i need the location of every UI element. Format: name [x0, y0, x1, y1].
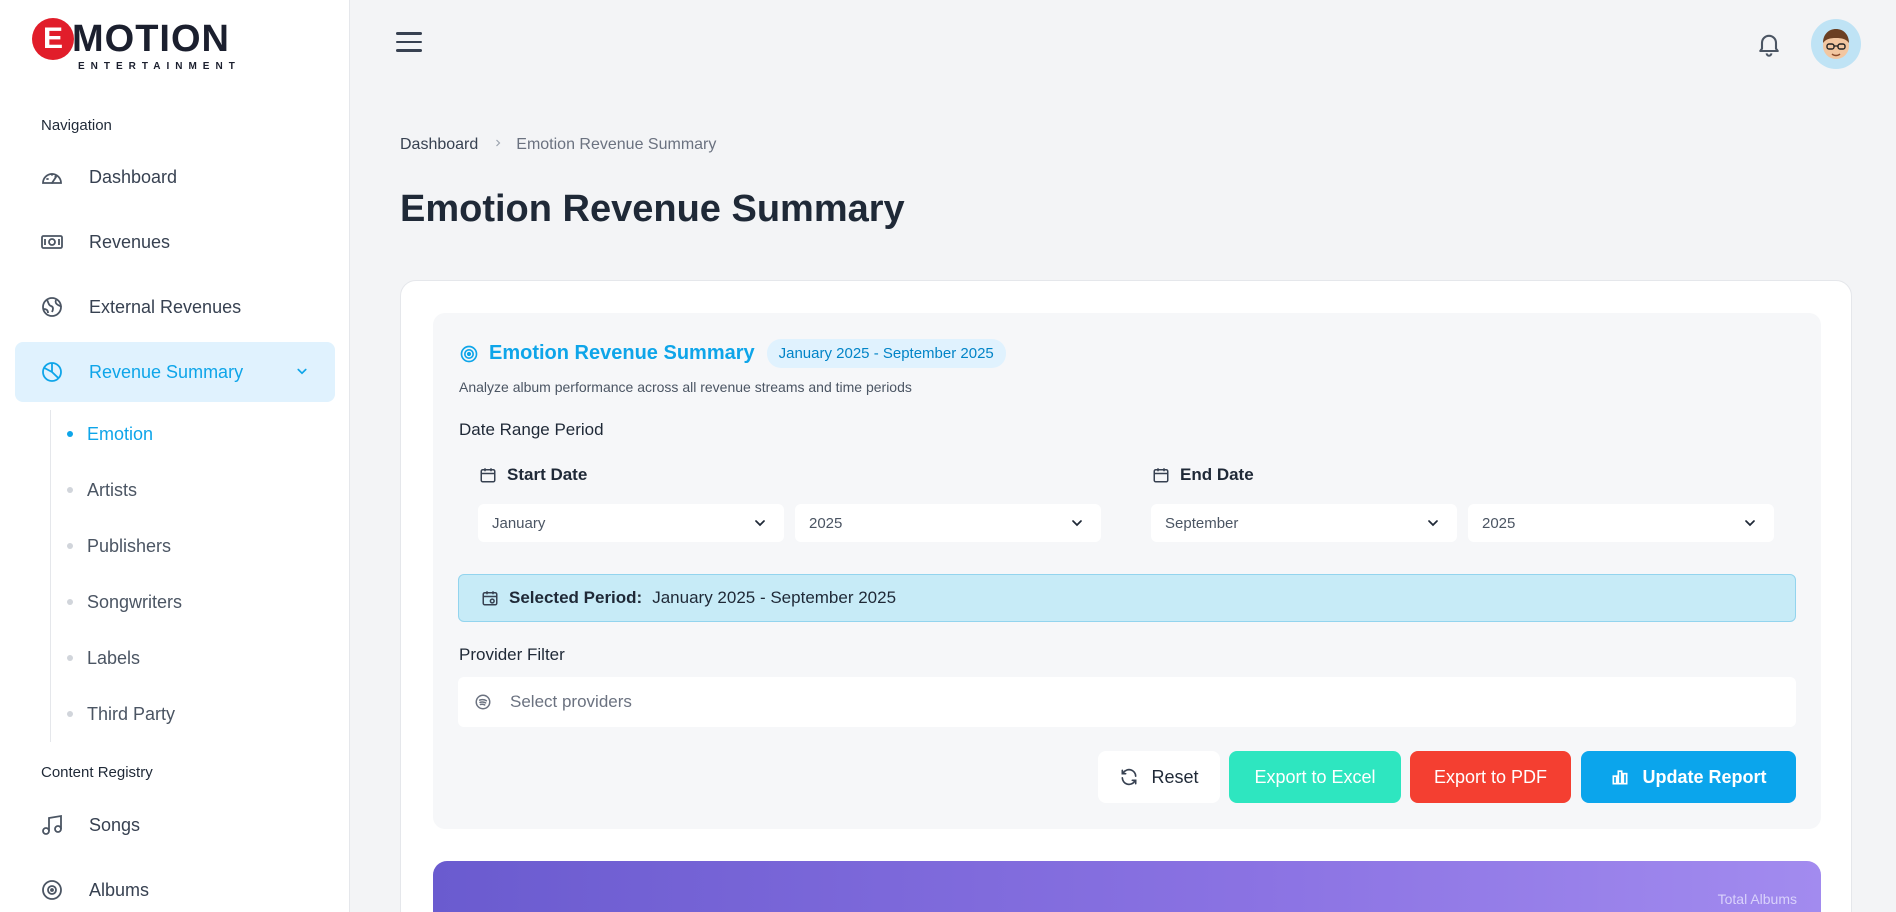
- sidebar-item-label: Revenue Summary: [89, 361, 244, 382]
- disc-icon: [39, 877, 65, 903]
- date-range-label: Date Range Period: [459, 420, 604, 439]
- total-albums-stat-card: Total Albums: [433, 861, 1821, 912]
- reset-label: Reset: [1151, 766, 1199, 787]
- chevron-down-icon: [752, 515, 768, 535]
- reset-button[interactable]: Reset: [1098, 751, 1220, 803]
- gauge-icon: [39, 164, 65, 190]
- panel-description: Analyze album performance across all rev…: [459, 379, 912, 395]
- subnav-item-label: Songwriters: [87, 591, 183, 612]
- avatar[interactable]: [1811, 19, 1861, 69]
- bullet-icon: [67, 655, 73, 661]
- logo-word: MOTION: [72, 18, 230, 60]
- subnav-item-songwriters[interactable]: Songwriters: [60, 584, 182, 620]
- bullet-icon: [67, 543, 73, 549]
- bar-chart-icon: [1610, 767, 1630, 787]
- spotify-icon: [474, 693, 492, 711]
- start-year-select[interactable]: 2025: [795, 504, 1101, 542]
- end-date-label: End Date: [1152, 465, 1254, 485]
- start-date-text: Start Date: [507, 465, 588, 484]
- music-note-icon: [39, 812, 65, 838]
- subnav-item-label: Artists: [87, 479, 138, 500]
- panel-header: Emotion Revenue Summary January 2025 - S…: [459, 339, 1006, 368]
- brand-logo[interactable]: E MOTION ENTERTAINMENT: [32, 18, 242, 72]
- menu-toggle-button[interactable]: [396, 32, 422, 54]
- calendar-clock-icon: [481, 589, 499, 607]
- bullet-icon: [67, 599, 73, 605]
- subnav-item-labels[interactable]: Labels: [60, 640, 140, 676]
- subnav-item-label: Emotion: [87, 423, 154, 444]
- refresh-icon: [1119, 767, 1139, 787]
- breadcrumb-home-link[interactable]: Dashboard: [400, 136, 478, 154]
- sidebar-item-revenues[interactable]: Revenues: [15, 212, 335, 272]
- logo-subtitle: ENTERTAINMENT: [78, 61, 241, 72]
- banknote-icon: [39, 229, 65, 255]
- chevron-right-icon: [492, 136, 504, 154]
- selected-period-banner: Selected Period: January 2025 - Septembe…: [458, 574, 1796, 622]
- end-date-text: End Date: [1180, 465, 1254, 484]
- end-year-value: 2025: [1482, 514, 1516, 532]
- calendar-icon: [1152, 466, 1170, 484]
- sidebar-item-albums[interactable]: Albums: [15, 860, 335, 912]
- sidebar-item-songs[interactable]: Songs: [15, 795, 335, 855]
- chevron-down-icon: [1069, 515, 1085, 535]
- subnav-item-label: Labels: [87, 647, 141, 668]
- provider-filter-label: Provider Filter: [459, 645, 565, 664]
- total-albums-label: Total Albums: [1717, 891, 1797, 907]
- start-month-select[interactable]: January: [478, 504, 784, 542]
- sidebar-item-label: Albums: [89, 879, 150, 900]
- sidebar-item-label: Revenues: [89, 231, 171, 252]
- subnav-item-publishers[interactable]: Publishers: [60, 528, 171, 564]
- update-report-button[interactable]: Update Report: [1581, 751, 1796, 803]
- selected-period-key: Selected Period:: [509, 588, 643, 607]
- panel-title: Emotion Revenue Summary: [489, 342, 755, 364]
- sidebar-item-dashboard[interactable]: Dashboard: [15, 147, 335, 207]
- report-card: Emotion Revenue Summary January 2025 - S…: [400, 280, 1852, 912]
- update-report-label: Update Report: [1642, 766, 1767, 787]
- sidebar-item-external-revenues[interactable]: External Revenues: [15, 277, 335, 337]
- sidebar-item-revenue-summary[interactable]: Revenue Summary: [15, 342, 335, 402]
- start-date-label: Start Date: [479, 465, 587, 485]
- export-pdf-button[interactable]: Export to PDF: [1410, 751, 1571, 803]
- subnav-item-emotion[interactable]: Emotion: [60, 416, 153, 452]
- start-year-value: 2025: [809, 514, 843, 532]
- end-month-value: September: [1165, 514, 1239, 532]
- filter-panel: Emotion Revenue Summary January 2025 - S…: [433, 313, 1821, 829]
- subnav-line: [50, 410, 51, 742]
- subnav-item-artists[interactable]: Artists: [60, 472, 137, 508]
- bell-icon[interactable]: [1755, 30, 1783, 58]
- breadcrumb-current: Emotion Revenue Summary: [516, 136, 717, 153]
- content-section-title: Content Registry: [41, 764, 153, 781]
- chevron-down-icon: [1425, 515, 1441, 535]
- chevron-down-icon: [293, 362, 311, 385]
- chevron-down-icon: [1742, 515, 1758, 535]
- calendar-icon: [479, 466, 497, 484]
- pie-chart-icon: [39, 359, 65, 385]
- logo-mark: E: [32, 18, 74, 60]
- bullet-icon: [67, 431, 73, 437]
- subnav-item-third-party[interactable]: Third Party: [60, 696, 175, 732]
- period-badge: January 2025 - September 2025: [766, 339, 1006, 368]
- sidebar-item-label: External Revenues: [89, 296, 242, 317]
- export-excel-button[interactable]: Export to Excel: [1229, 751, 1401, 803]
- sidebar-item-label: Songs: [89, 814, 141, 835]
- selected-period-value: January 2025 - September 2025: [652, 588, 897, 607]
- subnav-item-label: Third Party: [87, 703, 176, 724]
- export-excel-label: Export to Excel: [1254, 766, 1376, 787]
- start-month-value: January: [492, 514, 546, 532]
- end-month-select[interactable]: September: [1151, 504, 1457, 542]
- globe-icon: [39, 294, 65, 320]
- bullet-icon: [67, 487, 73, 493]
- bullet-icon: [67, 711, 73, 717]
- target-icon: [459, 344, 479, 364]
- provider-select[interactable]: Select providers: [458, 677, 1796, 727]
- subnav-item-label: Publishers: [87, 535, 172, 556]
- provider-placeholder: Select providers: [510, 692, 632, 711]
- sidebar: E MOTION ENTERTAINMENT Navigation Dashbo…: [0, 0, 350, 912]
- page-title: Emotion Revenue Summary: [400, 188, 905, 230]
- end-year-select[interactable]: 2025: [1468, 504, 1774, 542]
- sidebar-item-label: Dashboard: [89, 166, 178, 187]
- breadcrumb: Dashboard Emotion Revenue Summary: [400, 136, 716, 154]
- export-pdf-label: Export to PDF: [1433, 766, 1548, 787]
- nav-section-title: Navigation: [41, 117, 112, 134]
